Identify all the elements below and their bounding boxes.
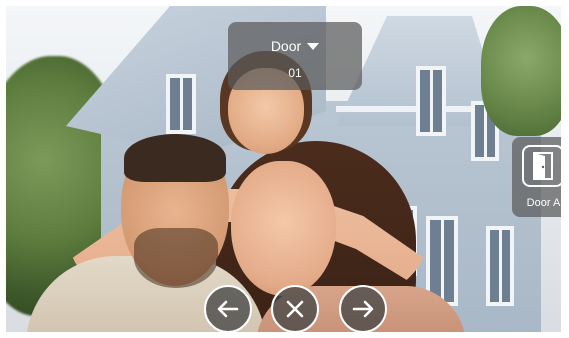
caret-down-icon bbox=[307, 42, 320, 50]
door-icon-glyph bbox=[533, 152, 553, 180]
previous-button[interactable] bbox=[204, 285, 252, 332]
man-hair bbox=[124, 134, 226, 182]
door-selector[interactable]: Door 01 bbox=[228, 22, 362, 90]
house-window bbox=[416, 66, 446, 136]
man-beard bbox=[134, 228, 218, 288]
door-selector-title-row: Door bbox=[270, 38, 320, 54]
next-button[interactable] bbox=[339, 285, 387, 332]
close-icon bbox=[286, 300, 304, 318]
camera-feed: Door 01 Door A bbox=[6, 6, 561, 332]
door-selector-title: Door bbox=[270, 38, 302, 54]
door-icon bbox=[522, 145, 561, 187]
door-selector-number: 01 bbox=[288, 66, 302, 80]
woman-face bbox=[231, 161, 336, 296]
door-a-label: Door A bbox=[526, 197, 561, 209]
close-button[interactable] bbox=[271, 285, 319, 332]
arrow-right-icon bbox=[352, 300, 374, 318]
house-window bbox=[486, 226, 514, 306]
door-a-button[interactable]: Door A bbox=[512, 137, 561, 217]
arrow-left-icon bbox=[217, 300, 239, 318]
tree-right bbox=[481, 6, 561, 136]
house-window bbox=[166, 74, 196, 134]
